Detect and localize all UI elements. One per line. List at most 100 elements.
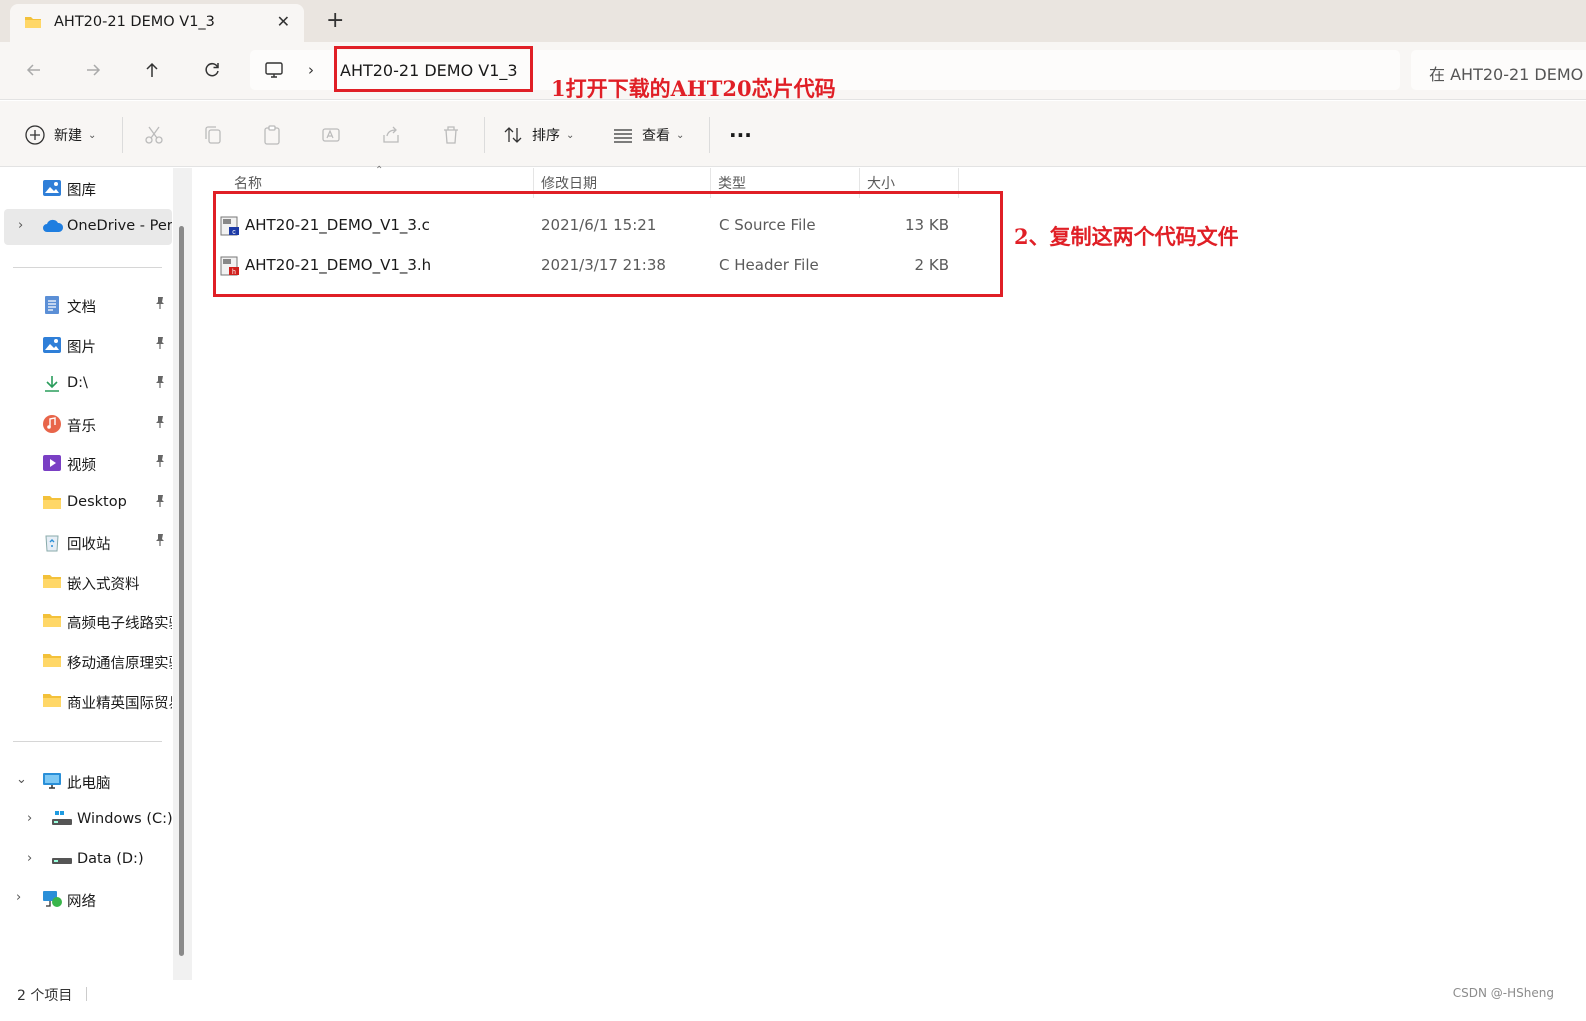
- drive-d-icon: [51, 850, 72, 870]
- document-icon: [42, 295, 62, 315]
- cloud-icon: [42, 217, 64, 237]
- sidebar-item-quick-access[interactable]: 移动通信原理实验: [0, 643, 172, 679]
- title-bar: AHT20-21 DEMO V1_3 ✕ +: [0, 0, 1586, 42]
- toolbar-divider: [484, 117, 485, 153]
- monitor-icon: [42, 771, 62, 791]
- delete-button[interactable]: [440, 123, 462, 147]
- back-button[interactable]: [21, 57, 47, 83]
- share-button[interactable]: [380, 123, 402, 147]
- status-bar: 2 个项目 CSDN @-HSheng: [0, 980, 1586, 1021]
- pictures-icon: [42, 335, 62, 355]
- video-icon: [42, 453, 62, 473]
- sidebar-item-quick-access[interactable]: 文档: [0, 287, 172, 323]
- search-box[interactable]: 在 AHT20-21 DEMO V1_3 中搜索: [1411, 50, 1586, 90]
- sidebar-divider: [13, 267, 162, 268]
- sidebar-item-network[interactable]: › 网络: [0, 881, 172, 917]
- new-button-label: 新建: [54, 128, 82, 144]
- sort-button-label: 排序: [532, 128, 560, 144]
- sidebar-item-this-pc[interactable]: ⌄ 此电脑: [0, 763, 172, 799]
- scissors-icon: [145, 126, 163, 144]
- pin-icon: [153, 296, 167, 314]
- sidebar-item-onedrive[interactable]: › OneDrive - Personal: [4, 209, 172, 245]
- chevron-right-icon[interactable]: ›: [18, 218, 23, 233]
- tab-current-folder[interactable]: AHT20-21 DEMO V1_3 ✕: [10, 4, 304, 42]
- plus-circle-icon: [25, 125, 45, 145]
- sidebar-item-gallery[interactable]: 图库: [0, 170, 172, 206]
- sort-button[interactable]: 排序 ⌄: [502, 123, 574, 147]
- chevron-right-icon[interactable]: ›: [27, 811, 32, 826]
- cut-button[interactable]: [143, 123, 165, 147]
- sidebar-item-label: 此电脑: [67, 776, 111, 792]
- command-bar: 新建 ⌄ 排序 ⌄ 查看 ⌄ ···: [0, 101, 1586, 167]
- sidebar-item-quick-access[interactable]: 回收站: [0, 524, 172, 560]
- pin-icon: [153, 533, 167, 551]
- music-icon: [42, 414, 62, 434]
- pin-icon: [153, 375, 167, 393]
- sidebar-divider: [13, 741, 162, 742]
- sidebar-item-label: Data (D:): [77, 851, 144, 867]
- sidebar-item-label: 高频电子线路实验: [67, 616, 172, 632]
- pin-icon: [153, 494, 167, 512]
- sort-icon: [504, 127, 522, 143]
- sidebar-item-drive-d[interactable]: › Data (D:): [0, 842, 172, 878]
- download-icon: [42, 374, 62, 394]
- sidebar-item-quick-access[interactable]: D:\: [0, 366, 172, 402]
- annotation-box-files: [213, 191, 1003, 297]
- folder-icon: [42, 493, 62, 513]
- sidebar-item-label: 商业精英国际贸易: [67, 696, 172, 712]
- share-icon: [383, 126, 399, 143]
- annotation-step-1: 1打开下载的AHT20芯片代码: [551, 76, 836, 101]
- paste-button[interactable]: [261, 123, 283, 147]
- navigation-pane: 图库 › OneDrive - Personal 文档图片D:\ 音乐视频 Desk…: [0, 168, 190, 980]
- up-button[interactable]: [139, 57, 165, 83]
- sidebar-item-quick-access[interactable]: 嵌入式资料: [0, 564, 172, 600]
- toolbar-divider: [122, 117, 123, 153]
- sidebar-item-drive-c[interactable]: › Windows (C:): [0, 802, 173, 838]
- tab-close-button[interactable]: ✕: [277, 12, 290, 31]
- copy-button[interactable]: [202, 123, 224, 147]
- chevron-right-icon[interactable]: ›: [27, 851, 32, 866]
- search-input[interactable]: 在 AHT20-21 DEMO V1_3 中搜索: [1429, 61, 1586, 85]
- view-button[interactable]: 查看 ⌄: [612, 123, 684, 147]
- sidebar-item-quick-access[interactable]: 音乐: [0, 406, 172, 442]
- sidebar-item-label: Windows (C:): [77, 811, 173, 827]
- sidebar-item-label: OneDrive - Personal: [67, 218, 172, 234]
- computer-icon: [264, 61, 284, 83]
- folder-icon: [42, 572, 62, 592]
- clipboard-icon: [264, 125, 280, 145]
- sidebar-item-quick-access[interactable]: 高频电子线路实验: [0, 603, 172, 639]
- refresh-icon: [205, 62, 219, 77]
- sidebar-item-quick-access[interactable]: Desktop: [0, 485, 172, 521]
- rename-icon: [322, 128, 340, 142]
- trash-icon: [444, 126, 458, 144]
- chevron-down-icon: ⌄: [566, 129, 575, 141]
- chevron-down-icon: ⌄: [88, 129, 97, 141]
- refresh-button[interactable]: [199, 57, 225, 83]
- toolbar-divider: [709, 117, 710, 153]
- tab-title: AHT20-21 DEMO V1_3: [54, 14, 215, 30]
- new-tab-button[interactable]: +: [326, 9, 344, 33]
- scrollbar-thumb[interactable]: [179, 226, 184, 956]
- sidebar-item-label: 移动通信原理实验: [67, 656, 172, 672]
- folder-icon: [42, 691, 62, 711]
- chevron-right-icon[interactable]: ›: [16, 890, 21, 905]
- sidebar-item-quick-access[interactable]: 图片: [0, 327, 172, 363]
- sidebar-item-label: 网络: [67, 894, 96, 910]
- rename-button[interactable]: [320, 123, 342, 147]
- forward-button[interactable]: [80, 57, 106, 83]
- folder-icon: [24, 14, 42, 34]
- sidebar-scrollbar[interactable]: [173, 168, 192, 980]
- sidebar-item-quick-access[interactable]: 商业精英国际贸易: [0, 683, 172, 719]
- recycle-bin-icon: [42, 532, 62, 552]
- item-count: 2 个项目: [17, 988, 73, 1004]
- new-button[interactable]: 新建 ⌄: [24, 123, 96, 147]
- view-button-label: 查看: [642, 128, 670, 144]
- chevron-down-icon[interactable]: ⌄: [16, 772, 27, 787]
- status-divider: [86, 987, 87, 1001]
- sidebar-item-quick-access[interactable]: 视频: [0, 445, 172, 481]
- more-options-button[interactable]: ···: [729, 123, 752, 147]
- breadcrumb-chevron-icon[interactable]: ›: [308, 61, 314, 79]
- watermark: CSDN @-HSheng: [1452, 986, 1554, 1000]
- arrow-up-icon: [146, 62, 158, 77]
- arrow-left-icon: [26, 64, 40, 76]
